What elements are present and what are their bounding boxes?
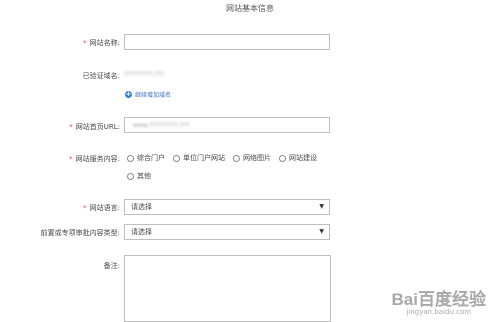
radio-option[interactable]: 网络图片 bbox=[233, 153, 271, 163]
radio-option[interactable]: 综合门户 bbox=[127, 153, 165, 163]
radio-button[interactable] bbox=[233, 154, 240, 162]
site-name-input[interactable] bbox=[124, 34, 330, 50]
radio-button[interactable] bbox=[127, 154, 134, 162]
site-language-value: 请选择 bbox=[131, 203, 152, 211]
plus-circle-icon: + bbox=[125, 90, 132, 98]
required-mark: * bbox=[69, 155, 73, 163]
pre-approval-type-value: 请选择 bbox=[131, 228, 152, 236]
radio-button[interactable] bbox=[173, 154, 180, 162]
verified-domain-label: 已验证域名: bbox=[82, 72, 120, 80]
radio-option[interactable]: 其他 bbox=[127, 171, 151, 181]
radio-button[interactable] bbox=[279, 154, 286, 162]
service-content-options: 综合门户 单位门户网站 网络图片 网站建设 bbox=[127, 153, 325, 163]
caret-down-icon: ▼ bbox=[319, 203, 324, 210]
radio-option[interactable]: 单位门户网站 bbox=[173, 153, 225, 163]
verified-domain-value: ?????????.??? bbox=[124, 71, 165, 78]
homepage-url-input[interactable]: www.?????????.??? bbox=[124, 117, 330, 133]
required-mark: * bbox=[83, 39, 87, 47]
pre-approval-type-label: 前置或专项审批内容类型: bbox=[40, 229, 120, 237]
radio-option[interactable]: 网站建设 bbox=[279, 153, 317, 163]
required-mark: * bbox=[83, 204, 87, 212]
page-title: 网站基本信息 bbox=[226, 4, 274, 13]
service-content-options-row2: 其他 bbox=[127, 171, 159, 181]
required-mark: * bbox=[69, 123, 73, 131]
caret-down-icon: ▼ bbox=[319, 228, 324, 235]
homepage-url-value: www.?????????.??? bbox=[133, 122, 190, 129]
remarks-textarea[interactable] bbox=[124, 255, 331, 322]
site-language-select[interactable]: 请选择 ▼ bbox=[124, 199, 330, 215]
service-content-label: * 网站服务内容: bbox=[69, 155, 120, 163]
add-domain-link[interactable]: + 继续增加域名 bbox=[125, 90, 171, 99]
site-name-label: * 网站名称: bbox=[83, 39, 120, 47]
homepage-url-label: * 网站首页URL: bbox=[69, 123, 120, 131]
baidu-jingyan-watermark: Bai百度经验 jingyan.baidu.com bbox=[392, 285, 486, 316]
site-language-label: * 网站语言: bbox=[83, 204, 120, 212]
pre-approval-type-select[interactable]: 请选择 ▼ bbox=[124, 224, 330, 240]
add-domain-label: 继续增加域名 bbox=[135, 92, 172, 99]
remarks-label: 备注: bbox=[103, 262, 120, 270]
watermark-logo-text: Bai百度经验 bbox=[391, 290, 486, 309]
radio-button[interactable] bbox=[127, 172, 134, 180]
